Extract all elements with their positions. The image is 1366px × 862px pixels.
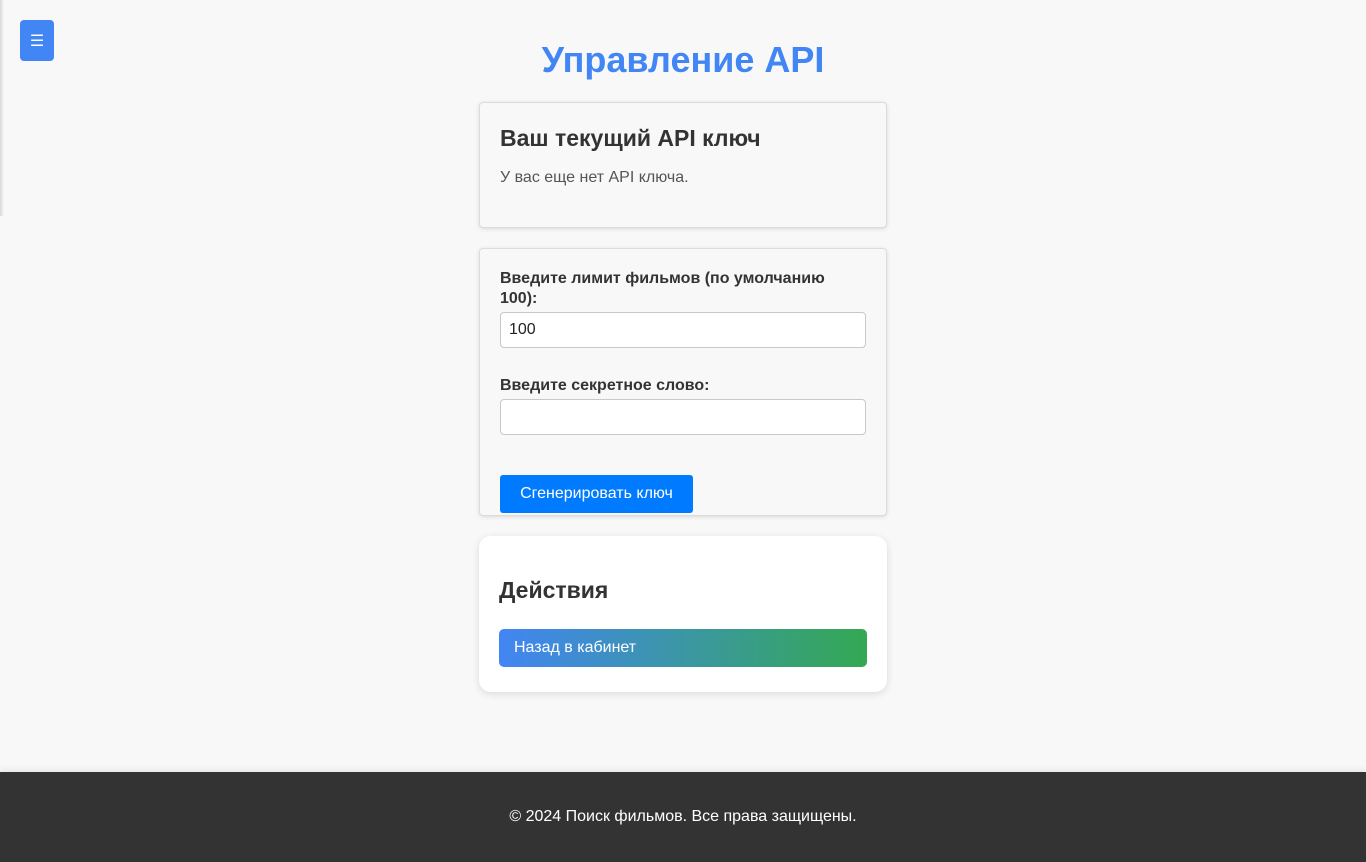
page: ☰ Управление API Ваш текущий API ключ У … — [0, 0, 1366, 862]
page-title: Управление API — [541, 39, 825, 80]
current-key-heading: Ваш текущий API ключ — [500, 125, 761, 151]
actions-heading: Действия — [499, 577, 609, 603]
generate-key-form: Введите лимит фильмов (по умолчанию 100)… — [479, 248, 887, 516]
secret-label: Введите секретное слово: — [500, 377, 710, 394]
current-key-card: Ваш текущий API ключ У вас еще нет API к… — [479, 102, 887, 228]
actions-card: Действия Назад в кабинет — [479, 536, 887, 692]
back-to-cabinet-button[interactable]: Назад в кабинет — [499, 629, 867, 667]
current-key-message: У вас еще нет API ключа. — [500, 169, 689, 186]
footer-copyright: © 2024 Поиск фильмов. Все права защищены… — [509, 808, 857, 825]
sidebar-edge — [0, 0, 4, 216]
generate-key-button[interactable]: Сгенерировать ключ — [500, 475, 693, 513]
secret-input[interactable] — [500, 399, 866, 435]
limit-label: Введите лимит фильмов (по умолчанию 100)… — [500, 270, 825, 307]
limit-input[interactable] — [500, 312, 866, 348]
footer: © 2024 Поиск фильмов. Все права защищены… — [0, 772, 1366, 862]
